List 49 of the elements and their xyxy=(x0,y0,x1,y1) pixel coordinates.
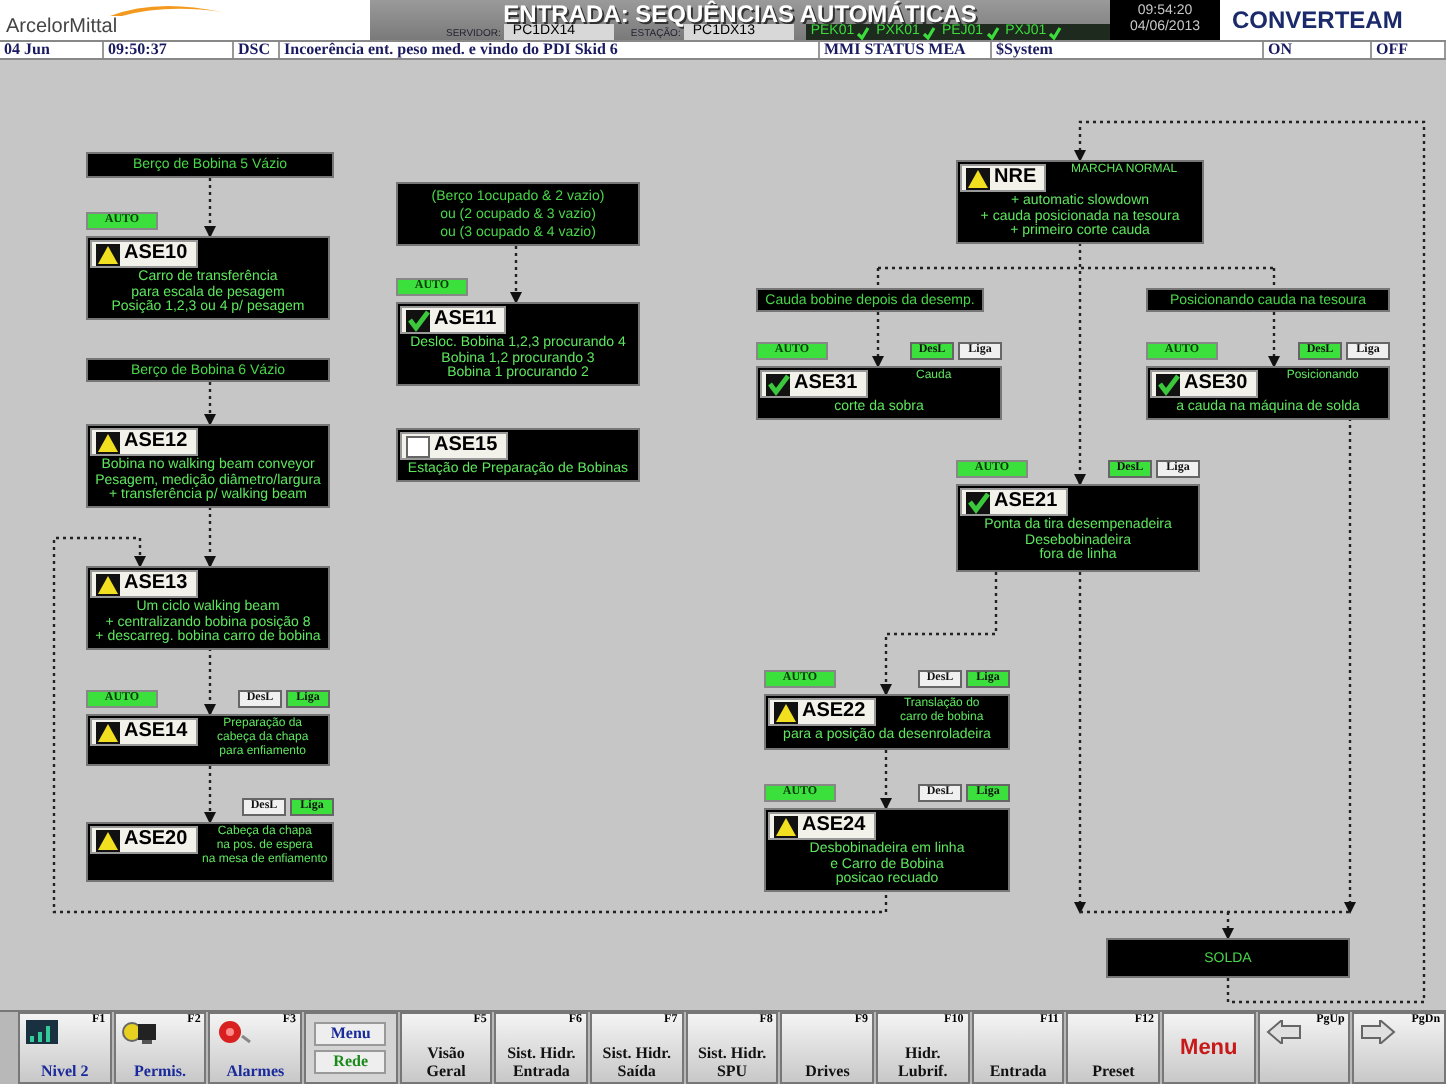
warning-icon xyxy=(96,829,120,851)
warning-icon xyxy=(96,243,120,265)
warning-icon xyxy=(96,431,120,453)
logo-text: ArcelorMittal xyxy=(6,18,120,38)
step-title: ASE11 xyxy=(400,306,507,334)
warning-icon xyxy=(774,815,798,837)
step-title: ASE12 xyxy=(90,428,198,456)
dotted-arrow xyxy=(872,312,884,368)
alarm-cell: DSC xyxy=(234,42,280,58)
alarm-cell: Incoerência ent. peso med. e vindo do PDI Skid 6 xyxy=(280,42,820,58)
brand-logo: CONVERTEAM xyxy=(1232,4,1403,38)
check-icon xyxy=(766,373,790,395)
warning-icon xyxy=(96,573,120,595)
alarm-cell: 04 Jun xyxy=(0,42,104,58)
step-title: ASE22 xyxy=(768,698,876,726)
step-title: ASE20 xyxy=(90,826,198,854)
step-title: ASE13 xyxy=(90,570,198,598)
check-icon xyxy=(985,25,1000,39)
check-icon xyxy=(966,491,990,513)
step-title: ASE24 xyxy=(768,812,876,840)
menu-button[interactable]: Menu xyxy=(314,1022,387,1046)
check-icon xyxy=(1156,373,1180,395)
alarm-cell: MMI STATUS MEA xyxy=(820,42,992,58)
alarm-cell: $System xyxy=(992,42,1264,58)
lamp-monitor-icon xyxy=(121,1020,158,1044)
step-title: ASE30 xyxy=(1150,370,1258,398)
step-title: ASE31 xyxy=(760,370,868,398)
function-key[interactable]: Menu xyxy=(1162,1012,1256,1084)
warning-icon xyxy=(774,701,798,723)
step-title: ASE21 xyxy=(960,488,1068,516)
step-title: ASE14 xyxy=(90,718,198,746)
step-title: NRE xyxy=(960,164,1047,192)
right-arrow-icon xyxy=(1360,1020,1397,1044)
alarm-cell: 09:50:37 xyxy=(104,42,234,58)
alarm-cell: OFF xyxy=(1372,42,1446,58)
alarm-cell: ON xyxy=(1264,42,1372,58)
dotted-arrow xyxy=(510,246,522,304)
siren-icon xyxy=(216,1020,253,1044)
check-icon xyxy=(856,25,871,39)
step-title: ASE15 xyxy=(400,432,508,460)
check-icon xyxy=(921,25,936,39)
check-icon xyxy=(1048,25,1063,39)
warning-icon xyxy=(96,721,120,743)
check-icon xyxy=(406,309,430,331)
left-arrow-icon xyxy=(1265,1020,1302,1044)
warning-icon xyxy=(966,167,990,189)
menu-button[interactable]: Rede xyxy=(314,1050,387,1074)
step-title: ASE10 xyxy=(90,240,198,268)
bar-chart-icon xyxy=(26,1020,62,1044)
